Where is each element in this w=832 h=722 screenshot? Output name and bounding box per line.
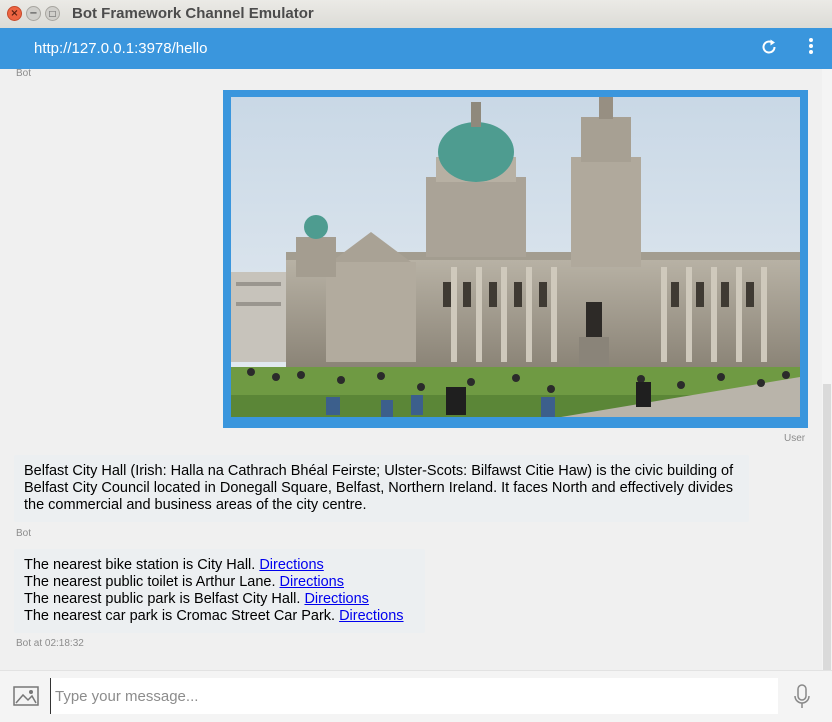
directions-link[interactable]: Directions <box>259 557 323 573</box>
refresh-icon[interactable] <box>760 38 778 56</box>
bot-message-text: Belfast City Hall (Irish: Halla na Cathr… <box>24 463 734 513</box>
belfast-city-hall-photo <box>231 97 800 417</box>
window-maximize-button[interactable]: □ <box>45 6 60 21</box>
list-item-text: The nearest public toilet is Arthur Lane… <box>24 574 280 590</box>
chat-scrollbar-thumb[interactable] <box>823 384 831 670</box>
message-timestamp: Bot at 02:18:32 <box>16 638 84 649</box>
bot-message-bubble: Belfast City Hall (Irish: Halla na Cathr… <box>14 455 749 522</box>
user-image-attachment[interactable] <box>223 90 808 428</box>
list-item: The nearest public toilet is Arthur Lane… <box>24 574 415 591</box>
kebab-menu-icon[interactable] <box>806 38 816 58</box>
image-upload-icon[interactable] <box>8 679 44 713</box>
message-sender-label: User <box>784 433 806 444</box>
message-input-bar <box>0 670 832 722</box>
list-item-text: The nearest public park is Belfast City … <box>24 591 305 607</box>
window-title: Bot Framework Channel Emulator <box>72 5 314 22</box>
directions-link[interactable]: Directions <box>339 608 403 624</box>
chat-history[interactable]: Bot User Belfast City Hall (Irish: Halla… <box>0 69 822 670</box>
bot-message-bubble: The nearest bike station is City Hall. D… <box>14 549 425 633</box>
directions-link[interactable]: Directions <box>304 591 368 607</box>
list-item: The nearest bike station is City Hall. D… <box>24 557 415 574</box>
list-item: The nearest car park is Cromac Street Ca… <box>24 608 415 625</box>
endpoint-url[interactable]: http://127.0.0.1:3978/hello <box>34 40 207 57</box>
window-minimize-button[interactable]: − <box>26 6 41 21</box>
list-item-text: The nearest bike station is City Hall. <box>24 557 260 573</box>
window-close-button[interactable]: × <box>7 6 22 21</box>
directions-link[interactable]: Directions <box>280 574 344 590</box>
message-sender-label: Bot <box>16 528 32 539</box>
list-item: The nearest public park is Belfast City … <box>24 591 415 608</box>
window-titlebar: × − □ Bot Framework Channel Emulator <box>0 0 832 29</box>
list-item-text: The nearest car park is Cromac Street Ca… <box>24 608 340 624</box>
message-sender-label: Bot <box>16 69 32 79</box>
address-bar: http://127.0.0.1:3978/hello <box>0 28 832 69</box>
message-input[interactable] <box>50 678 778 714</box>
microphone-icon[interactable] <box>792 684 812 710</box>
